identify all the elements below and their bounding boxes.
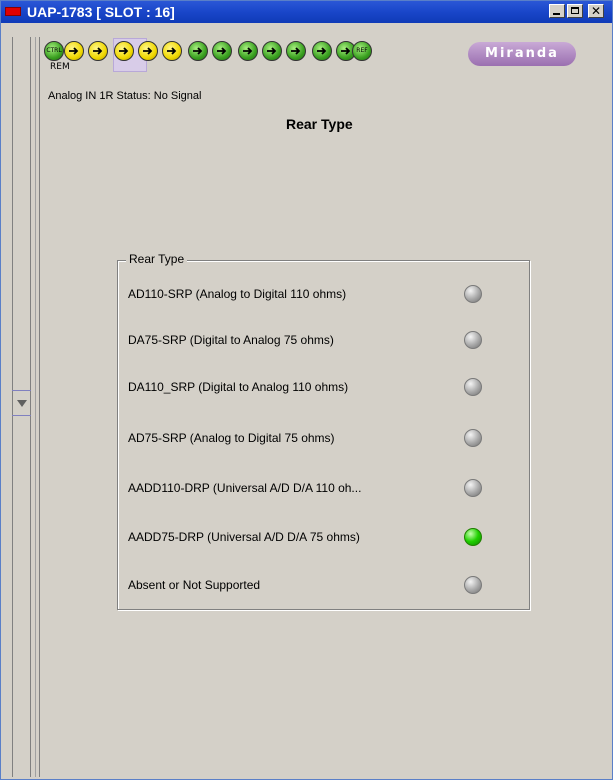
output-arrow-icon[interactable]	[312, 41, 332, 61]
arrow-right-icon	[143, 47, 153, 55]
title-bar[interactable]: UAP-1783 [ SLOT : 16] ✕	[1, 1, 612, 23]
input-arrow-icon[interactable]	[64, 41, 84, 61]
close-icon: ✕	[590, 4, 602, 18]
rear-type-led-absent	[464, 576, 482, 594]
output-arrow-icon[interactable]	[238, 41, 258, 61]
arrow-right-icon	[167, 47, 177, 55]
rear-type-led-aadd110-drp	[464, 479, 482, 497]
minimize-button[interactable]	[549, 4, 565, 18]
arrow-right-icon	[267, 47, 277, 55]
arrow-right-icon	[119, 47, 129, 55]
arrow-right-icon	[341, 47, 351, 55]
arrow-right-icon	[193, 47, 203, 55]
status-text: Analog IN 1R Status: No Signal	[48, 90, 202, 102]
rear-type-label-da110-srp: DA110_SRP (Digital to Analog 110 ohms)	[128, 380, 349, 394]
output-arrow-icon[interactable]	[212, 41, 232, 61]
chevron-down-icon	[17, 400, 27, 407]
window-title: UAP-1783 [ SLOT : 16]	[27, 4, 175, 20]
group-title: Rear Type	[126, 252, 188, 266]
panel-collapse-handle[interactable]	[12, 390, 31, 416]
rear-type-led-aadd75-drp	[464, 528, 482, 546]
maximize-icon	[571, 7, 579, 14]
minimize-icon	[553, 13, 560, 15]
output-arrow-icon[interactable]	[188, 41, 208, 61]
rear-type-led-da75-srp	[464, 331, 482, 349]
ctrl-label: CTRL	[46, 47, 62, 54]
arrow-right-icon	[317, 47, 327, 55]
app-icon[interactable]	[5, 7, 21, 16]
channel-toolbar: CTRL REF	[42, 37, 392, 75]
handle-line	[12, 415, 31, 416]
rear-type-led-ad110-srp	[464, 285, 482, 303]
rem-label: REM	[50, 62, 70, 72]
input-arrow-icon[interactable]	[114, 41, 134, 61]
input-arrow-icon[interactable]	[88, 41, 108, 61]
output-arrow-icon[interactable]	[286, 41, 306, 61]
handle-line	[12, 390, 31, 391]
miranda-logo: Miranda	[468, 42, 576, 66]
rear-type-led-ad75-srp	[464, 429, 482, 447]
rear-type-label-absent: Absent or Not Supported	[128, 578, 261, 592]
rear-type-led-da110-srp	[464, 378, 482, 396]
input-arrow-icon[interactable]	[138, 41, 158, 61]
ref-label: REF	[356, 47, 368, 54]
arrow-right-icon	[69, 47, 79, 55]
rear-type-label-aadd75-drp: AADD75-DRP (Universal A/D D/A 75 ohms)	[128, 530, 360, 544]
side-divider	[35, 37, 36, 777]
page-title: Rear Type	[286, 116, 353, 132]
close-button[interactable]: ✕	[588, 4, 604, 18]
rear-type-label-da75-srp: DA75-SRP (Digital to Analog 75 ohms)	[128, 333, 334, 347]
arrow-right-icon	[243, 47, 253, 55]
input-arrow-icon[interactable]	[162, 41, 182, 61]
rear-type-label-ad75-srp: AD75-SRP (Analog to Digital 75 ohms)	[128, 431, 335, 445]
ctrl-status-icon[interactable]: CTRL	[44, 41, 64, 61]
arrow-right-icon	[93, 47, 103, 55]
rear-type-label-aadd110-drp: AADD110-DRP (Universal A/D D/A 110 oh...	[128, 481, 362, 495]
maximize-button[interactable]	[567, 4, 583, 18]
arrow-right-icon	[217, 47, 227, 55]
rear-type-label-ad110-srp: AD110-SRP (Analog to Digital 110 ohms)	[128, 287, 347, 301]
ref-status-icon[interactable]: REF	[352, 41, 372, 61]
output-arrow-icon[interactable]	[262, 41, 282, 61]
arrow-right-icon	[291, 47, 301, 55]
